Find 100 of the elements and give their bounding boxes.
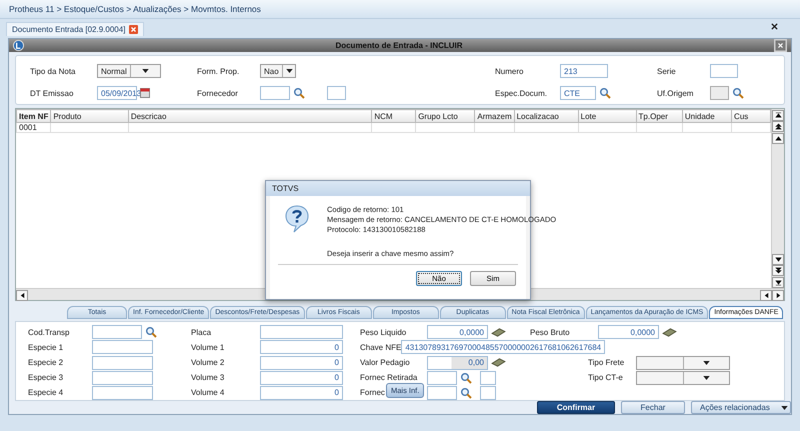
arrow-icon xyxy=(774,256,782,262)
search-icon[interactable] xyxy=(599,87,611,100)
column-header[interactable]: Armazem xyxy=(474,110,514,123)
dropdown[interactable] xyxy=(636,356,730,370)
field-label: Fornec Retirada xyxy=(360,373,418,382)
field-label: Numero xyxy=(495,66,524,76)
column-header[interactable]: Lote xyxy=(578,110,636,123)
input-field[interactable]: 0 xyxy=(260,370,343,385)
footer-button[interactable]: Ações relacionadas xyxy=(691,401,791,414)
caret-icon xyxy=(142,69,149,74)
scroll-button[interactable] xyxy=(772,276,784,288)
column-header[interactable]: Unidade xyxy=(682,110,732,123)
input-field[interactable] xyxy=(92,340,153,354)
input-field[interactable]: 0 xyxy=(260,386,343,400)
arrow-icon xyxy=(18,292,26,298)
input-field: 0,00 xyxy=(427,356,488,370)
input-field[interactable] xyxy=(480,370,496,385)
input-field[interactable] xyxy=(427,370,457,385)
input-field[interactable] xyxy=(260,325,343,340)
field-label: Tipo Frete xyxy=(588,358,624,367)
scroll-button[interactable] xyxy=(772,290,784,300)
field-label: Especie 2 xyxy=(28,358,64,367)
field-label: DT Emissao xyxy=(30,88,74,98)
field-label: Especie 4 xyxy=(28,388,64,398)
arrow-icon xyxy=(774,278,782,286)
field-label: Volume 4 xyxy=(191,388,224,398)
scroll-button[interactable] xyxy=(772,121,784,132)
breadcrumb: Protheus 11 > Estoque/Custos > Atualizações > Movmtos. Internos xyxy=(9,4,261,14)
input-field[interactable]: 0,0000 xyxy=(598,325,659,340)
column-header[interactable]: Grupo Lcto xyxy=(416,110,475,123)
input-field[interactable] xyxy=(710,64,738,78)
app-logo-icon xyxy=(13,40,24,52)
field-label: Cod.Transp xyxy=(28,328,70,337)
field-label: Form. Prop. xyxy=(197,66,240,76)
caret-icon xyxy=(286,69,293,74)
caret-icon xyxy=(702,360,710,364)
input-field[interactable]: 43130789317697000485570000002617681062617684 xyxy=(401,340,606,354)
column-header[interactable]: Descricao xyxy=(128,110,372,123)
input-field[interactable] xyxy=(92,356,153,370)
field-label: Chave NFE xyxy=(360,342,402,352)
field-label: Tipo CT-e xyxy=(588,373,623,382)
arrow-icon xyxy=(774,134,782,142)
field-label: Serie xyxy=(657,66,677,76)
document-tab[interactable]: Documento Entrada [02.9.0004] xyxy=(6,22,144,36)
caret-icon xyxy=(781,406,788,410)
scroll-button[interactable] xyxy=(772,132,784,144)
table-cell: 0001 xyxy=(16,122,51,133)
column-header[interactable]: Produto xyxy=(50,110,128,123)
calendar-icon[interactable] xyxy=(140,88,150,98)
field-label: Espec.Docum. xyxy=(495,88,548,98)
field-label: Peso Bruto xyxy=(530,328,570,337)
field-label: Peso Liquido xyxy=(360,328,406,337)
input-field[interactable] xyxy=(260,86,290,100)
dropdown[interactable]: Normal xyxy=(97,64,161,78)
footer-button[interactable]: Fechar xyxy=(621,401,685,414)
field-label: Tipo da Nota xyxy=(30,66,77,76)
scroll-button[interactable] xyxy=(16,290,28,300)
input-field[interactable] xyxy=(92,370,153,385)
search-icon[interactable] xyxy=(460,386,472,399)
input-field[interactable] xyxy=(92,386,153,400)
scroll-button[interactable] xyxy=(772,265,784,276)
column-header[interactable]: NCM xyxy=(372,110,416,123)
arrow-icon xyxy=(774,267,782,274)
input-field[interactable] xyxy=(92,325,142,340)
dropdown[interactable]: Nao xyxy=(260,64,296,78)
input-field[interactable]: 213 xyxy=(560,64,608,78)
field-label: Fornecedor xyxy=(197,88,239,98)
input-field[interactable]: 0 xyxy=(260,340,343,354)
column-header[interactable]: Item NF xyxy=(16,110,51,123)
input-field[interactable] xyxy=(427,386,457,400)
search-icon[interactable] xyxy=(145,326,157,338)
search-icon[interactable] xyxy=(460,372,472,384)
column-header[interactable]: Cus xyxy=(732,110,770,123)
search-icon[interactable] xyxy=(732,87,744,100)
field-label: Volume 1 xyxy=(191,342,224,352)
field-label: Placa xyxy=(191,328,212,337)
column-header[interactable]: Tp.Oper xyxy=(636,110,682,123)
field-label: Volume 2 xyxy=(191,358,224,367)
field-label: Fornec xyxy=(360,388,385,398)
arrow-icon xyxy=(774,123,782,130)
input-field[interactable] xyxy=(480,386,496,400)
input-field[interactable]: 0 xyxy=(260,356,343,370)
column-header[interactable]: Localizacao xyxy=(514,110,578,123)
question-icon xyxy=(285,205,309,233)
window-title: Documento de Entrada - INCLUIR xyxy=(335,41,463,50)
dropdown[interactable] xyxy=(636,370,730,385)
scroll-button[interactable] xyxy=(772,110,784,121)
footer-button[interactable]: Confirmar xyxy=(537,401,615,414)
dialog-title: TOTVS xyxy=(272,184,299,193)
input-field[interactable]: 0,0000 xyxy=(427,325,488,340)
scroll-button[interactable] xyxy=(760,290,772,300)
arrow-icon xyxy=(774,112,782,119)
scroll-button[interactable] xyxy=(772,254,784,264)
search-icon[interactable] xyxy=(293,87,305,100)
input-field[interactable] xyxy=(327,86,346,100)
close-icon[interactable] xyxy=(771,23,778,30)
field-label: Especie 1 xyxy=(28,342,64,352)
input-field[interactable]: CTE xyxy=(560,86,596,100)
field-label: Uf.Origem xyxy=(657,88,694,98)
field-label: Volume 3 xyxy=(191,373,224,382)
